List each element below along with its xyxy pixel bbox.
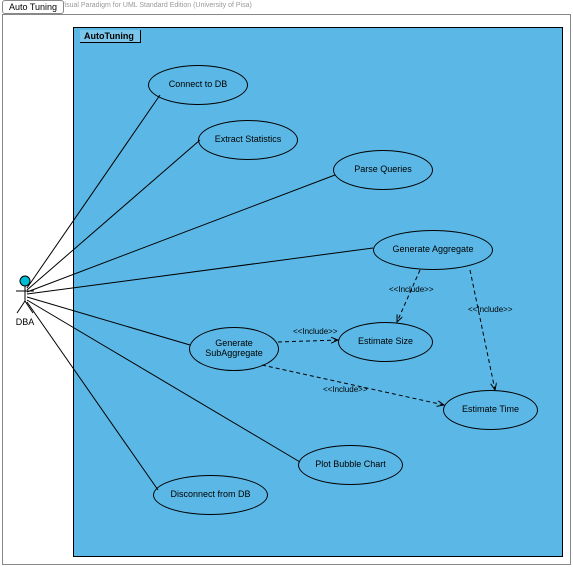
usecase-connect-db: Connect to DB [148,65,248,105]
watermark-text: Visual Paradigm for UML Standard Edition… [60,2,252,9]
usecase-plot-bubble-chart: Plot Bubble Chart [298,445,403,485]
actor-label: DBA [9,317,41,327]
usecase-parse-queries: Parse Queries [333,150,433,190]
actor-icon [14,275,36,315]
usecase-extract-statistics: Extract Statistics [198,120,298,160]
diagram-tab[interactable]: Auto Tuning [2,0,64,14]
diagram-canvas: AutoTuning DBA Connect to DB Extract Sta… [2,14,571,565]
usecase-estimate-time: Estimate Time [443,390,538,430]
system-name: AutoTuning [80,30,141,43]
usecase-disconnect-db: Disconnect from DB [153,475,268,515]
usecase-generate-subaggregate: Generate SubAggregate [189,327,279,371]
usecase-estimate-size: Estimate Size [338,322,433,362]
usecase-generate-aggregate: Generate Aggregate [373,230,493,270]
actor-dba: DBA [9,275,41,327]
